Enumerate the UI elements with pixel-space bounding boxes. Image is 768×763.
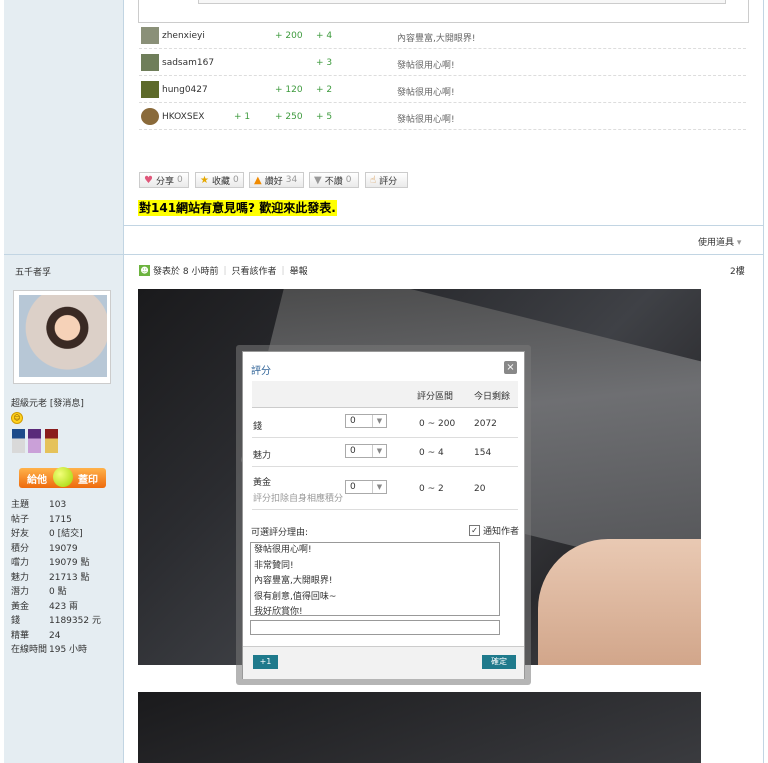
ball-icon: [53, 467, 73, 487]
author-name[interactable]: 五千者孚: [15, 265, 51, 278]
post-time: 發表於 8 小時前: [153, 267, 219, 277]
floor-number[interactable]: 2樓: [730, 264, 745, 277]
heart-icon: ♥: [144, 174, 153, 186]
rating-col2: + 200: [275, 31, 303, 41]
rate-table-header: 評分區間 今日剩餘: [252, 381, 518, 408]
post-meta: ☻ 發表於 8 小時前 | 只看該作者 | 舉報: [139, 264, 308, 277]
author-avatar[interactable]: [13, 290, 111, 384]
favorite-button[interactable]: ★ 收藏 0: [195, 172, 244, 188]
dialog-title: 評分: [251, 366, 271, 377]
rating-col3: + 4: [316, 31, 333, 41]
arrow-down-icon: ▼: [314, 174, 322, 186]
plus-one-button[interactable]: +1: [253, 655, 278, 669]
rating-col1: + 1: [234, 112, 251, 122]
rater-name[interactable]: hung0427: [162, 85, 208, 95]
reason-label: 可選評分理由:: [251, 528, 309, 538]
rating-reason: 發帖很用心啊!: [397, 115, 455, 125]
tools-menu[interactable]: 使用道具 ▾: [698, 235, 741, 248]
score-select[interactable]: 0 ▼: [345, 480, 387, 494]
dislike-button[interactable]: ▼ 不讚 0: [309, 172, 359, 188]
rating-col3: + 3: [316, 58, 333, 68]
rater-avatar[interactable]: [141, 27, 159, 44]
star-icon: ★: [200, 174, 209, 186]
smiley-icon: ☺: [11, 412, 23, 424]
rater-name[interactable]: zhenxieyi: [162, 31, 205, 41]
rating-log-top-row: [138, 0, 749, 23]
divider: [124, 225, 763, 226]
rate-button[interactable]: ☝ 評分: [365, 172, 408, 188]
rater-avatar[interactable]: [141, 81, 159, 98]
reason-input[interactable]: [250, 620, 500, 635]
thumb-icon: ☝: [370, 174, 377, 186]
medal-icon[interactable]: [28, 429, 41, 453]
arrow-up-icon: ▲: [254, 174, 262, 186]
chevron-down-icon: ▾: [736, 238, 742, 248]
user-online-icon: ☻: [139, 265, 150, 276]
rating-row: HKOXSEX + 1 + 250 + 5 發帖很用心啊!: [139, 103, 746, 130]
rating-col2: + 250: [275, 112, 303, 122]
post-image[interactable]: [138, 692, 701, 763]
rate-row: 魅力 0 ▼ 0 ~ 4 154: [252, 438, 518, 467]
medal-icon[interactable]: [12, 429, 25, 453]
rating-row: hung0427 + 120 + 2 發帖很用心啊!: [139, 76, 746, 103]
chevron-down-icon: ▼: [372, 415, 386, 427]
author-group[interactable]: 超級元老 [發消息]: [11, 396, 84, 409]
confirm-button[interactable]: 確定: [482, 655, 516, 669]
checkbox[interactable]: ✓: [469, 525, 480, 536]
divider: [4, 254, 763, 255]
medal-icon[interactable]: [45, 429, 58, 453]
reason-option[interactable]: 發帖很用心啊!: [251, 543, 499, 559]
score-select[interactable]: 0 ▼: [345, 444, 387, 458]
rate-dialog: 評分 × 評分區間 今日剩餘 錢 0 ▼ 0 ~ 200 2072 魅力 0 ▼ 0…: [242, 351, 525, 679]
author-stats: 主題 103 帖子 1715 好友 0 [結交] 積分 19079 嚐力 19079 點 …: [11, 500, 101, 655]
frame-border: [763, 0, 764, 763]
rater-avatar[interactable]: [141, 54, 159, 71]
reason-option[interactable]: 很有創意,值得回味~: [251, 590, 499, 606]
report-link[interactable]: 舉報: [290, 264, 308, 277]
dialog-footer: +1 確定: [243, 646, 524, 679]
reason-option[interactable]: 內容豐富,大開眼界!: [251, 574, 499, 590]
notify-author-checkbox[interactable]: ✓ 通知作者: [469, 524, 519, 537]
reason-list[interactable]: 發帖很用心啊! 非常贊同! 內容豐富,大開眼界! 很有創意,值得回味~ 我好欣賞…: [250, 542, 500, 616]
rate-row: 錢 0 ▼ 0 ~ 200 2072: [252, 408, 518, 438]
rating-reason: 內容豐富,大開眼界!: [397, 34, 476, 44]
feedback-banner-link[interactable]: 對141網站有意見嗎? 歡迎來此發表.: [138, 200, 337, 216]
score-select[interactable]: 0 ▼: [345, 414, 387, 428]
rating-col2: + 120: [275, 85, 303, 95]
rater-name[interactable]: HKOXSEX: [162, 112, 204, 122]
reason-option[interactable]: 非常贊同!: [251, 559, 499, 575]
only-author-link[interactable]: 只看該作者: [232, 264, 277, 277]
chevron-down-icon: ▼: [372, 445, 386, 457]
reason-option[interactable]: 我好欣賞你!: [251, 605, 499, 615]
rate-row: 黃金 評分扣除自身相應積分 0 ▼ 0 ~ 2 20: [252, 467, 518, 510]
rating-row: zhenxieyi + 200 + 4 內容豐富,大開眼界!: [139, 22, 746, 49]
rating-col3: + 5: [316, 112, 333, 122]
rating-reason: 發帖很用心啊!: [397, 61, 455, 71]
rate-table: 評分區間 今日剩餘 錢 0 ▼ 0 ~ 200 2072 魅力 0 ▼ 0 ~ 4 …: [252, 381, 518, 510]
rating-row: sadsam167 + 3 發帖很用心啊!: [139, 49, 746, 76]
rating-col3: + 2: [316, 85, 333, 95]
share-button[interactable]: ♥ 分享 0: [139, 172, 189, 188]
rater-avatar[interactable]: [141, 108, 159, 125]
rater-name[interactable]: sadsam167: [162, 58, 214, 68]
like-button[interactable]: ▲ 讚好 34: [249, 172, 304, 188]
close-icon[interactable]: ×: [504, 361, 517, 374]
chevron-down-icon: ▼: [372, 481, 386, 493]
give-stamp-button[interactable]: 給他 蓋印: [19, 467, 106, 488]
rating-reason: 發帖很用心啊!: [397, 88, 455, 98]
